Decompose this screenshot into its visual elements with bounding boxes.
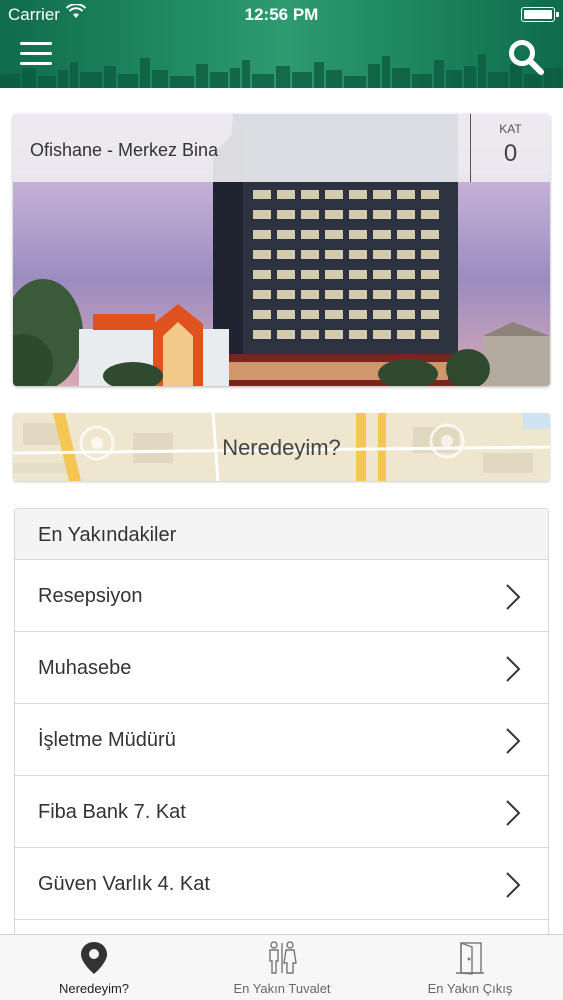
location-pin-icon	[81, 942, 107, 974]
menu-button[interactable]	[20, 42, 52, 68]
nearest-list: En Yakındakiler Resepsiyon Muhasebe İşle…	[14, 508, 549, 938]
list-item-guven-varlik[interactable]: Güven Varlık 4. Kat	[15, 848, 548, 920]
status-time: 12:56 PM	[244, 5, 319, 24]
list-item-label: Muhasebe	[38, 657, 132, 679]
tab-label: En Yakın Çıkış	[427, 981, 513, 996]
battery-icon	[521, 7, 559, 22]
tab-nearest-restroom[interactable]: En Yakın Tuvalet	[188, 935, 376, 1000]
list-item-label: Güven Varlık 4. Kat	[38, 873, 210, 895]
list-item-label: Resepsiyon	[38, 585, 143, 607]
chevron-right-icon	[506, 800, 521, 826]
tab-bar: Neredeyim? En Yakın Tuvalet En Yakın Çık…	[0, 934, 563, 1000]
where-am-i-button[interactable]: Neredeyim?	[13, 413, 550, 481]
floor-indicator: KAT 0	[470, 114, 550, 182]
building-name: Ofishane - Merkez Bina	[30, 140, 219, 160]
tab-nearest-exit[interactable]: En Yakın Çıkış	[376, 935, 563, 1000]
hamburger-icon	[20, 42, 52, 45]
city-skyline-decoration	[0, 54, 563, 88]
tab-where-am-i[interactable]: Neredeyim?	[0, 935, 188, 1000]
list-item-muhasebe[interactable]: Muhasebe	[15, 632, 548, 704]
building-title-bar: Ofishane - Merkez Bina KAT 0	[13, 114, 550, 182]
list-item-label: Fiba Bank 7. Kat	[38, 801, 186, 823]
app-header: Carrier 12:56 PM	[0, 0, 563, 88]
chevron-right-icon	[506, 728, 521, 754]
list-item-fiba-bank[interactable]: Fiba Bank 7. Kat	[15, 776, 548, 848]
status-bar: Carrier 12:56 PM	[0, 0, 563, 30]
nearest-list-title: En Yakındakiler	[15, 509, 548, 560]
floor-value: 0	[503, 140, 518, 167]
floor-label: KAT	[499, 122, 522, 136]
list-item-isletme-muduru[interactable]: İşletme Müdürü	[15, 704, 548, 776]
where-am-i-label: Neredeyim?	[222, 435, 341, 460]
list-item-resepsiyon[interactable]: Resepsiyon	[15, 560, 548, 632]
building-card[interactable]: Ofishane - Merkez Bina KAT 0	[13, 114, 550, 386]
restroom-icon	[269, 941, 297, 974]
tab-label: En Yakın Tuvalet	[233, 981, 331, 996]
search-icon[interactable]	[507, 38, 545, 76]
chevron-right-icon	[506, 584, 521, 610]
chevron-right-icon	[506, 872, 521, 898]
list-item-label: İşletme Müdürü	[38, 729, 176, 751]
exit-door-icon	[456, 942, 484, 975]
chevron-right-icon	[506, 656, 521, 682]
tab-label: Neredeyim?	[58, 981, 130, 996]
